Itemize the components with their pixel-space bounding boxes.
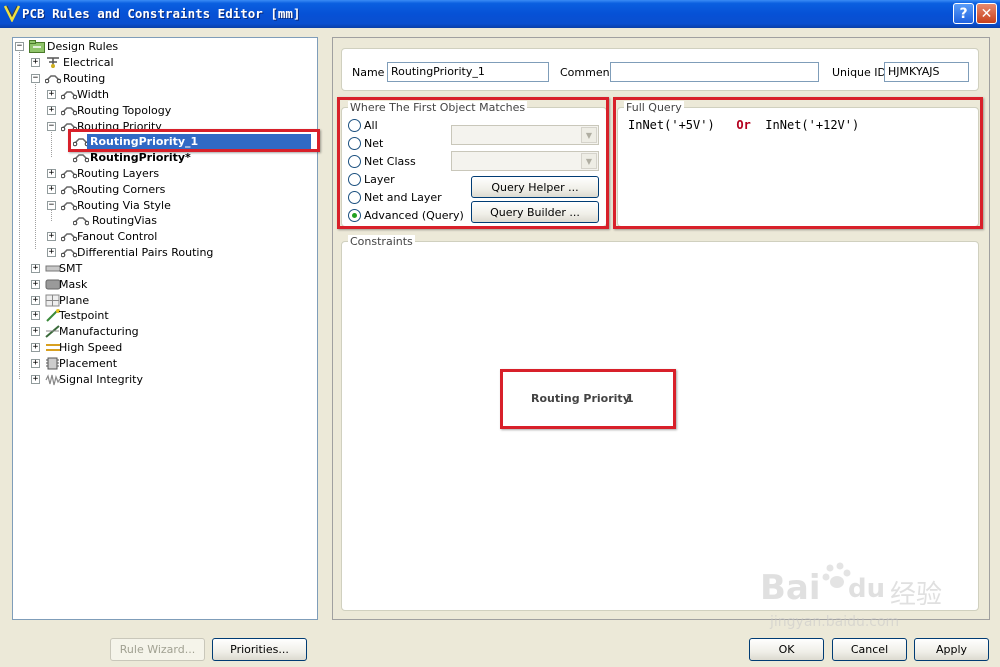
expand-toggle[interactable]: +: [31, 375, 40, 384]
expand-toggle[interactable]: +: [31, 343, 40, 352]
rule-identity-group: Name RoutingPriority_1 Comment Unique ID…: [341, 48, 979, 91]
collapse-toggle[interactable]: −: [15, 42, 24, 51]
tree-label: Signal Integrity: [59, 373, 143, 386]
routing-rule-icon: [61, 170, 77, 179]
unique-id-label: Unique ID: [832, 66, 887, 79]
collapse-toggle[interactable]: −: [47, 201, 56, 210]
rule-wizard-button[interactable]: Rule Wizard...: [110, 638, 205, 661]
tree-label: Plane: [59, 294, 90, 307]
routing-rule-icon: [61, 233, 77, 242]
expand-toggle[interactable]: +: [47, 106, 56, 115]
tree-label: Testpoint: [59, 309, 109, 322]
expand-toggle[interactable]: +: [31, 359, 40, 368]
expand-toggle[interactable]: +: [47, 185, 56, 194]
tree-label: Manufacturing: [59, 325, 139, 338]
watermark-url: jingyan.baidu.com: [770, 614, 900, 630]
name-field[interactable]: RoutingPriority_1: [387, 62, 549, 82]
routing-rule-icon: [61, 186, 77, 195]
watermark-brand-b: du: [848, 574, 886, 604]
routing-rule-icon: [73, 217, 89, 226]
cancel-button[interactable]: Cancel: [832, 638, 907, 661]
tree-label: Electrical: [63, 56, 114, 69]
expand-toggle[interactable]: +: [47, 248, 56, 257]
expand-toggle[interactable]: +: [31, 296, 40, 305]
tree-label: Placement: [59, 357, 118, 370]
expand-toggle[interactable]: +: [31, 280, 40, 289]
expand-toggle[interactable]: +: [31, 264, 40, 273]
expand-toggle[interactable]: +: [31, 311, 40, 320]
routing-rule-icon: [61, 249, 77, 258]
baidu-watermark: Bai du 经验 jingyan.baidu.com: [760, 560, 980, 640]
expand-toggle[interactable]: +: [47, 90, 56, 99]
rules-editor-window: PCB Rules and Constraints Editor [mm] ? …: [0, 0, 1000, 667]
rules-tree[interactable]: − Design Rules + Electrical − Routing + …: [12, 37, 318, 620]
routing-rule-icon: [61, 107, 77, 116]
highlight-box-selected-rule: [68, 129, 320, 152]
tree-label: Routing Topology: [77, 104, 172, 117]
ok-button[interactable]: OK: [749, 638, 824, 661]
window-title: PCB Rules and Constraints Editor [mm]: [22, 6, 301, 21]
unique-id-field[interactable]: HJMKYAJS: [884, 62, 969, 82]
routing-icon: [45, 75, 61, 84]
name-label: Name: [352, 66, 385, 79]
tree-label: Routing Corners: [77, 183, 166, 196]
app-icon: [4, 5, 20, 22]
collapse-toggle[interactable]: −: [31, 74, 40, 83]
apply-button[interactable]: Apply: [914, 638, 989, 661]
watermark-brand-a: Bai: [760, 568, 821, 608]
tree-label: RoutingVias: [92, 214, 157, 227]
tree-label: Routing: [63, 72, 106, 85]
close-button[interactable]: ✕: [976, 3, 997, 24]
tree-label: Fanout Control: [77, 230, 158, 243]
expand-toggle[interactable]: +: [47, 232, 56, 241]
tree-label: Differential Pairs Routing: [77, 246, 214, 259]
highlight-box-object-match: [337, 97, 609, 229]
routing-rule-icon: [61, 91, 77, 100]
highlight-box-full-query: [613, 97, 983, 229]
routing-rule-icon: [61, 202, 77, 211]
priorities-button[interactable]: Priorities...: [212, 638, 307, 661]
tree-label: RoutingPriority*: [90, 151, 191, 164]
design-rules-folder-icon: [29, 40, 45, 53]
tree-label: Design Rules: [47, 40, 119, 53]
comment-label: Comment: [560, 66, 614, 79]
expand-toggle[interactable]: +: [47, 169, 56, 178]
tree-label: Width: [77, 88, 109, 101]
comment-field[interactable]: [610, 62, 819, 82]
highlight-box-constraint: [500, 369, 676, 429]
tree-label: Mask: [59, 278, 88, 291]
collapse-toggle[interactable]: −: [47, 122, 56, 131]
tree-label: Routing Via Style: [77, 199, 171, 212]
expand-toggle[interactable]: +: [31, 58, 40, 67]
tree-label: SMT: [59, 262, 83, 275]
watermark-brand-cn: 经验: [890, 580, 943, 610]
routing-rule-icon: [73, 154, 89, 163]
title-bar[interactable]: PCB Rules and Constraints Editor [mm] ? …: [0, 0, 1000, 28]
constraints-legend: Constraints: [348, 235, 415, 248]
expand-toggle[interactable]: +: [31, 327, 40, 336]
electrical-icon: [47, 57, 59, 68]
tree-label: Routing Layers: [77, 167, 160, 180]
help-button[interactable]: ?: [953, 3, 974, 24]
tree-label: High Speed: [59, 341, 123, 354]
